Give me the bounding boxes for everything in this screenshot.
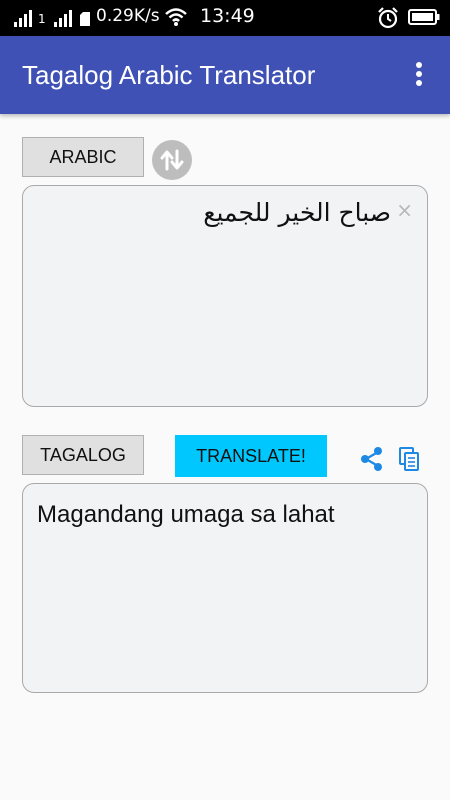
wifi-icon bbox=[165, 8, 187, 26]
signal-icon bbox=[54, 10, 72, 27]
swap-arrows-icon bbox=[160, 149, 184, 171]
overflow-menu-icon[interactable] bbox=[408, 62, 430, 92]
alarm-icon bbox=[378, 7, 398, 29]
swap-languages-button[interactable] bbox=[152, 140, 192, 180]
translate-button[interactable]: TRANSLATE! bbox=[175, 435, 327, 477]
status-bar: 1 0.29K/s 13:49 bbox=[0, 0, 450, 36]
app-bar: Tagalog Arabic Translator bbox=[0, 36, 450, 114]
translated-text: Magandang umaga sa lahat bbox=[37, 501, 335, 528]
clock: 13:49 bbox=[200, 5, 255, 27]
sim-label: 1 bbox=[38, 12, 46, 26]
sim-card-icon bbox=[80, 12, 90, 26]
signal-icon bbox=[14, 10, 32, 27]
network-speed: 0.29K/s bbox=[96, 6, 160, 26]
source-language-button[interactable]: ARABIC bbox=[22, 137, 144, 177]
translation-output[interactable]: Magandang umaga sa lahat bbox=[22, 483, 428, 693]
share-icon[interactable] bbox=[359, 446, 385, 472]
source-text-input[interactable]: صباح الخير للجميع × bbox=[22, 185, 428, 407]
target-language-button[interactable]: TAGALOG bbox=[22, 435, 144, 475]
source-text: صباح الخير للجميع bbox=[203, 198, 391, 227]
battery-icon bbox=[408, 9, 440, 25]
clear-icon[interactable]: × bbox=[396, 198, 413, 222]
copy-icon[interactable] bbox=[396, 446, 422, 472]
app-title: Tagalog Arabic Translator bbox=[22, 60, 316, 90]
